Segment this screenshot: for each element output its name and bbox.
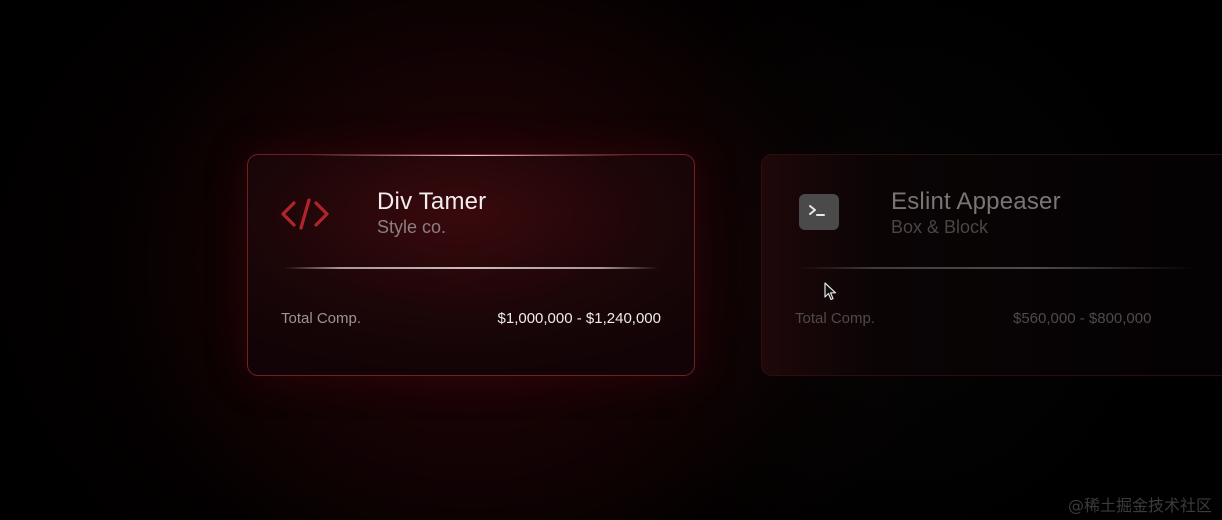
divider xyxy=(798,267,1194,269)
code-brackets-icon xyxy=(280,196,330,232)
job-title: Eslint Appeaser xyxy=(891,188,1061,215)
total-comp-value: $1,000,000 - $1,240,000 xyxy=(497,310,661,327)
total-comp-label: Total Comp. xyxy=(795,310,876,327)
terminal-icon xyxy=(799,194,839,230)
total-comp-label: Total Comp. xyxy=(281,310,362,327)
job-title: Div Tamer xyxy=(377,188,487,215)
company-name: Box & Block xyxy=(891,217,989,237)
company-name: Style co. xyxy=(377,217,447,237)
watermark: @稀土掘金技术社区 xyxy=(1067,496,1212,515)
divider xyxy=(284,267,658,269)
job-card-eslint-appeaser[interactable]: Eslint Appeaser Box & Block Total Comp. … xyxy=(761,154,1222,376)
mouse-pointer-icon xyxy=(824,282,838,302)
job-card-div-tamer[interactable]: Div Tamer Style co. Total Comp. $1,000,0… xyxy=(247,154,695,376)
total-comp-value: $560,000 - $800,000 xyxy=(1013,310,1152,327)
